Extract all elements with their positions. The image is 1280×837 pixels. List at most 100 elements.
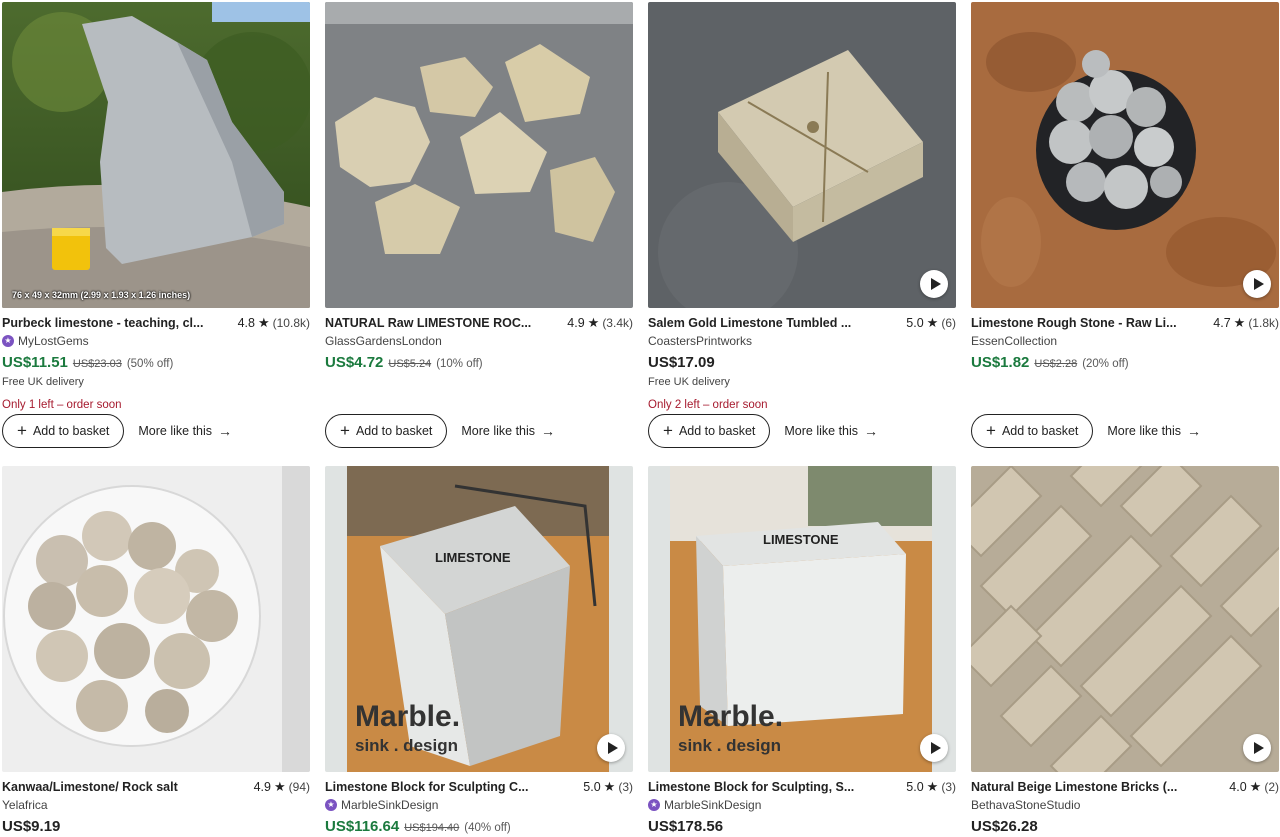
original-price: US$2.28 [1034, 358, 1078, 370]
listing-image[interactable]: 76 x 49 x 32mm (2.99 x 1.93 x 1.26 inche… [2, 2, 310, 308]
price-row: US$9.19 [2, 818, 310, 836]
sale-price: US$4.72 [325, 354, 384, 371]
add-to-basket-button[interactable]: + Add to basket [971, 414, 1094, 448]
stock-urgency: Only 1 left – order soon [2, 399, 122, 411]
price-row: US$1.82 US$2.28 (20% off) [971, 354, 1279, 372]
listing-image[interactable] [971, 2, 1279, 308]
sale-price: US$116.64 [325, 818, 400, 835]
listing-image[interactable]: LIMESTONE Marble. sink . design [325, 466, 633, 772]
listing-title[interactable]: NATURAL Raw LIMESTONE ROC... [325, 316, 531, 330]
shop-name: EssenCollection [971, 333, 1058, 348]
add-to-basket-button[interactable]: + Add to basket [325, 414, 448, 448]
add-to-basket-button[interactable]: + Add to basket [2, 414, 125, 448]
play-video-button[interactable] [920, 270, 948, 298]
listing-rating: 4.7 ★ (1.8k) [1213, 315, 1279, 331]
shop-name-row: ★ MyLostGems [2, 333, 310, 348]
plus-icon: + [17, 421, 27, 440]
price-row: US$4.72 US$5.24 (10% off) [325, 354, 633, 372]
more-like-this-link[interactable]: More like this → [138, 423, 232, 439]
discount-percent: (40% off) [464, 822, 511, 834]
more-like-this-label: More like this [461, 424, 536, 438]
add-to-basket-button[interactable]: + Add to basket [648, 414, 771, 448]
add-to-basket-label: Add to basket [32, 424, 110, 438]
rating-value: 5.0 [583, 780, 601, 794]
price: US$26.28 [971, 818, 1038, 835]
shop-name-row: ★ MarbleSinkDesign [648, 797, 956, 812]
review-count: (10.8k) [272, 316, 310, 330]
star-icon: ★ [587, 315, 600, 330]
listing-card[interactable]: 76 x 49 x 32mm (2.99 x 1.93 x 1.26 inche… [2, 2, 310, 448]
play-video-button[interactable] [920, 734, 948, 762]
add-to-basket-label: Add to basket [355, 424, 433, 438]
brand-logo-text: Marble. [678, 700, 784, 733]
listing-title[interactable]: Kanwaa/Limestone/ Rock salt [2, 780, 178, 794]
rating-value: 4.9 [567, 316, 585, 330]
star-icon: ★ [1249, 779, 1262, 794]
rating-value: 4.0 [1229, 780, 1247, 794]
listing-image[interactable] [325, 2, 633, 308]
add-to-basket-label: Add to basket [1001, 424, 1079, 438]
play-icon [930, 742, 941, 754]
listing-image[interactable] [648, 2, 956, 308]
rating-value: 4.8 [237, 316, 255, 330]
listing-rating: 5.0 ★ (6) [906, 315, 956, 331]
play-video-button[interactable] [597, 734, 625, 762]
card-actions: + Add to basket More like this → [971, 414, 1201, 448]
play-video-button[interactable] [1243, 270, 1271, 298]
shop-name-row: GlassGardensLondon [325, 333, 633, 348]
more-like-this-label: More like this [784, 424, 859, 438]
add-to-basket-label: Add to basket [678, 424, 756, 438]
arrow-right-icon: → [218, 423, 233, 439]
listing-title[interactable]: Salem Gold Limestone Tumbled ... [648, 316, 851, 330]
brand-logo-subtext: sink . design [355, 736, 458, 755]
more-like-this-link[interactable]: More like this → [461, 423, 555, 439]
listing-image[interactable]: LIMESTONE Marble. sink . design [648, 466, 956, 772]
star-icon: ★ [257, 315, 270, 330]
more-like-this-link[interactable]: More like this → [784, 423, 878, 439]
play-icon [930, 278, 941, 290]
listing-image[interactable] [971, 466, 1279, 772]
more-like-this-link[interactable]: More like this → [1107, 423, 1201, 439]
shop-name-row: BethavaStoneStudio [971, 797, 1279, 812]
listing-title[interactable]: Limestone Rough Stone - Raw Li... [971, 316, 1177, 330]
listing-card[interactable]: NATURAL Raw LIMESTONE ROC... 4.9 ★ (3.4k… [325, 2, 633, 448]
plus-icon: + [663, 421, 673, 440]
listing-grid: 76 x 49 x 32mm (2.99 x 1.93 x 1.26 inche… [0, 0, 1280, 837]
price-row: US$17.09 [648, 354, 956, 372]
listing-card[interactable]: Natural Beige Limestone Bricks (... 4.0 … [971, 466, 1279, 836]
shop-name-row: EssenCollection [971, 333, 1279, 348]
listing-title[interactable]: Limestone Block for Sculpting C... [325, 780, 529, 794]
listing-image[interactable] [2, 466, 310, 772]
rating-value: 4.9 [253, 780, 271, 794]
rating-value: 5.0 [906, 316, 924, 330]
listing-card[interactable]: LIMESTONE Marble. sink . design Limeston… [648, 466, 956, 836]
price: US$17.09 [648, 354, 715, 371]
play-video-button[interactable] [1243, 734, 1271, 762]
image-dimension-label: 76 x 49 x 32mm (2.99 x 1.93 x 1.26 inche… [12, 290, 191, 300]
listing-title[interactable]: Purbeck limestone - teaching, cl... [2, 316, 203, 330]
sale-price: US$11.51 [2, 354, 68, 371]
shop-name: GlassGardensLondon [325, 333, 442, 348]
listing-title[interactable]: Natural Beige Limestone Bricks (... [971, 780, 1177, 794]
card-actions: + Add to basket More like this → [325, 414, 555, 448]
listing-card[interactable]: Kanwaa/Limestone/ Rock salt 4.9 ★ (94) Y… [2, 466, 310, 836]
arrow-right-icon: → [1187, 423, 1202, 439]
review-count: (3.4k) [602, 316, 633, 330]
listing-card[interactable]: LIMESTONE Marble. sink . design Limeston… [325, 466, 633, 836]
sale-price: US$1.82 [971, 354, 1030, 371]
card-actions: + Add to basket More like this → [2, 414, 232, 448]
discount-percent: (50% off) [126, 358, 174, 370]
listing-rating: 4.8 ★ (10.8k) [238, 315, 310, 331]
price: US$9.19 [2, 818, 61, 835]
star-seller-badge-icon: ★ [325, 798, 337, 811]
listing-card[interactable]: Salem Gold Limestone Tumbled ... 5.0 ★ (… [648, 2, 956, 448]
original-price: US$23.03 [72, 358, 122, 370]
listing-title[interactable]: Limestone Block for Sculpting, S... [648, 780, 854, 794]
original-price: US$194.40 [404, 822, 460, 834]
shop-name-row: CoastersPrintworks [648, 333, 956, 348]
listing-card[interactable]: Limestone Rough Stone - Raw Li... 4.7 ★ … [971, 2, 1279, 448]
star-seller-badge-icon: ★ [2, 334, 14, 347]
listing-rating: 4.9 ★ (3.4k) [567, 315, 633, 331]
shop-name-row: ★ MarbleSinkDesign [325, 797, 633, 812]
rating-value: 5.0 [906, 780, 924, 794]
